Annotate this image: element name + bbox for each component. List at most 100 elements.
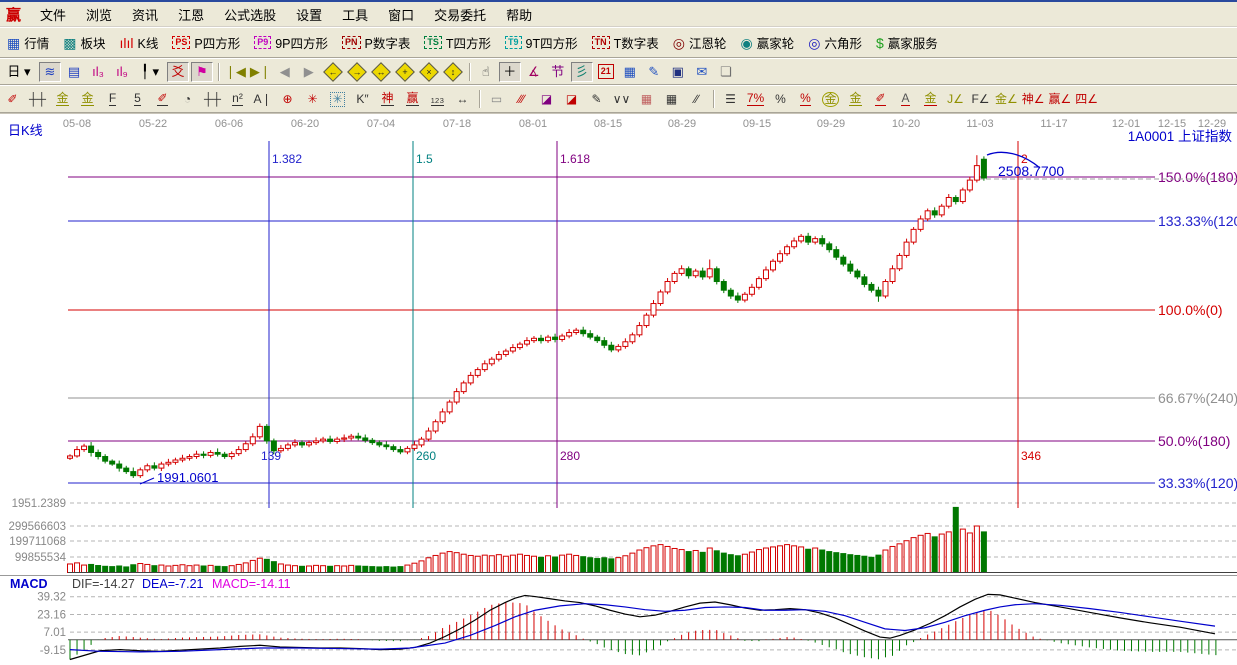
- draw-four-angle-tool-button[interactable]: 四∠: [1074, 89, 1099, 110]
- draw-shen-grid-tool-button[interactable]: 神: [376, 89, 399, 110]
- nav-expand-horizontal-button[interactable]: ↔: [370, 62, 392, 82]
- draw-n-square-tool-button[interactable]: n²: [226, 89, 249, 110]
- toolbar-item-t-table[interactable]: TNT数字表: [592, 33, 659, 52]
- menu-item-窗口[interactable]: 窗口: [378, 3, 424, 26]
- draw-a-vertical-tool-button[interactable]: A❘: [251, 89, 274, 110]
- nav-save-button[interactable]: ▣: [667, 62, 689, 82]
- draw-gold-line-tool-2-button[interactable]: 金: [76, 89, 99, 110]
- draw-ruler-123-tool-button[interactable]: ₁₂₃: [426, 89, 449, 110]
- menu-item-设置[interactable]: 设置: [286, 3, 332, 26]
- draw-shen-angle-tool-button[interactable]: 神∠: [1021, 89, 1046, 110]
- toolbar-item-9p-square[interactable]: P99P四方形: [254, 33, 328, 52]
- draw-width-measure-tool-button[interactable]: ↔: [451, 89, 474, 110]
- hexagon-icon: ◎: [808, 36, 820, 50]
- menu-item-江恩[interactable]: 江恩: [168, 3, 214, 26]
- toolbar-item-kline[interactable]: ılılK线: [120, 33, 159, 52]
- draw-pencil-fan-tool-button[interactable]: ✎: [585, 89, 608, 110]
- draw-percent-seven-tool-button[interactable]: 7%: [744, 89, 767, 110]
- toolbar-item-p-square[interactable]: PSP四方形: [172, 33, 240, 52]
- draw-gann-web-tool-button[interactable]: ✳: [301, 89, 324, 110]
- toolbar-item-p-table[interactable]: PNP数字表: [342, 33, 410, 52]
- nav-period-day-dropdown-button[interactable]: 日 ▾: [1, 62, 37, 82]
- draw-ying-grid-tool-button[interactable]: 赢: [401, 89, 424, 110]
- nav-volume-flag-button[interactable]: ⚑: [191, 62, 213, 82]
- draw-flag-brush-tool-button[interactable]: ✐: [869, 89, 892, 110]
- draw-fan-box-tool-1-button[interactable]: ◪: [535, 89, 558, 110]
- nav-nav-last-button[interactable]: ▶❘: [249, 62, 272, 82]
- draw-box-select-tool-button[interactable]: ▭: [485, 89, 508, 110]
- draw-gold-circle-tool-button[interactable]: 金: [819, 89, 842, 110]
- draw-zigzag-v-tool-button[interactable]: ∨∨: [610, 89, 633, 110]
- percent-line-tool-icon: %: [800, 92, 811, 106]
- draw-wave-a-tool-button[interactable]: A: [894, 89, 917, 110]
- toolbar-item-sectors[interactable]: ▩板块: [63, 33, 105, 52]
- draw-percent-tool-button[interactable]: %: [769, 89, 792, 110]
- draw-grid-pencil-tool-button[interactable]: ▦: [660, 89, 683, 110]
- menu-item-浏览[interactable]: 浏览: [76, 3, 122, 26]
- nav-gann-tag-button[interactable]: 节: [547, 62, 569, 82]
- draw-tick-grid-tool-button[interactable]: ┼┼: [201, 89, 224, 110]
- nav-chart-9-button[interactable]: ıl₉: [111, 62, 133, 82]
- menu-item-帮助[interactable]: 帮助: [496, 3, 542, 26]
- draw-percent-line-tool-button[interactable]: %: [794, 89, 817, 110]
- draw-gold-redline-tool-button[interactable]: 金: [919, 89, 942, 110]
- toolbar-item-winner-service[interactable]: $赢家服务: [876, 33, 938, 52]
- draw-price-scale-tool-button[interactable]: ☰: [719, 89, 742, 110]
- nav-candle-style-dropdown-button[interactable]: ╿ ▾: [135, 62, 165, 82]
- toolbar-item-winner-wheel[interactable]: ◉赢家轮: [741, 33, 795, 52]
- nav-nav-first-button[interactable]: ❘◀: [224, 62, 247, 82]
- nav-crosshair-tool-button[interactable]: ＋: [499, 62, 521, 82]
- toolbar-item-hexagon[interactable]: ◎六角形: [808, 33, 862, 52]
- nav-pan-left-button[interactable]: ←: [322, 62, 344, 82]
- nav-pattern-red-button[interactable]: 爻: [167, 62, 189, 82]
- draw-brush-tool-button[interactable]: ✐: [1, 89, 24, 110]
- four-angle-tool-icon: 四∠: [1075, 93, 1098, 106]
- draw-ying-angle-tool-button[interactable]: 赢∠: [1048, 89, 1073, 110]
- nav-pattern-teal-button[interactable]: 彡: [571, 62, 593, 82]
- draw-f-angle-tool-button[interactable]: F∠: [969, 89, 992, 110]
- parallel-channel-tool-icon: ∕∕: [694, 93, 698, 106]
- nav-compress-button[interactable]: ×: [418, 62, 440, 82]
- draw-gold-line-tool-1-button[interactable]: 金: [51, 89, 74, 110]
- nav-notes-button[interactable]: ✎: [643, 62, 665, 82]
- nav-calculator-button[interactable]: ▦: [619, 62, 641, 82]
- draw-j-angle-tool-button[interactable]: J∠: [944, 89, 967, 110]
- menu-item-公式选股[interactable]: 公式选股: [214, 3, 286, 26]
- draw-k-mark-tool-button[interactable]: K″: [351, 89, 374, 110]
- date-tick-label: 07-18: [443, 118, 471, 130]
- draw-gold-angle-tool-button[interactable]: 金∠: [994, 89, 1019, 110]
- menu-item-文件[interactable]: 文件: [30, 3, 76, 26]
- draw-gold-line-tool-3-button[interactable]: 金: [844, 89, 867, 110]
- menu-item-交易委托[interactable]: 交易委托: [424, 3, 496, 26]
- toolbar-item-gann-wheel[interactable]: ◎江恩轮: [673, 33, 727, 52]
- draw-fan-box-tool-2-button[interactable]: ◪: [560, 89, 583, 110]
- nav-chart-3-button[interactable]: ıl₃: [87, 62, 109, 82]
- nav-info-panel-button[interactable]: ▤: [63, 62, 85, 82]
- nav-nav-next-button[interactable]: ▶: [298, 62, 320, 82]
- draw-gann-circle-tool-button[interactable]: ⊕: [276, 89, 299, 110]
- toolbar-item-t-square[interactable]: TST四方形: [424, 33, 491, 52]
- nav-pan-right-button[interactable]: →: [346, 62, 368, 82]
- nav-calendar-button[interactable]: 21: [595, 62, 617, 82]
- draw-parallel-channel-tool-button[interactable]: ∕∕: [685, 89, 708, 110]
- draw-fibonacci-tool-button[interactable]: F: [101, 89, 124, 110]
- toolbar-item-9t-square[interactable]: T99T四方形: [505, 33, 578, 52]
- nav-zigzag-mode-button[interactable]: ≋: [39, 62, 61, 82]
- nav-angle-measure-button[interactable]: ∡: [523, 62, 545, 82]
- nav-expand-vertical-button[interactable]: ↕: [442, 62, 464, 82]
- draw-spiral-tool-button[interactable]: 5: [126, 89, 149, 110]
- draw-grid-box-tool-button[interactable]: ▦: [635, 89, 658, 110]
- nav-delivery-button[interactable]: ❏: [715, 62, 737, 82]
- draw-brush-grid-tool-button[interactable]: ✐: [151, 89, 174, 110]
- nav-hand-tool-button[interactable]: ☝: [475, 62, 497, 82]
- nav-nav-prev-button[interactable]: ◀: [274, 62, 296, 82]
- draw-fan-lines-tool-button[interactable]: ∕∕∕: [510, 89, 533, 110]
- draw-grid-lines-tool-button[interactable]: ┼┼: [26, 89, 49, 110]
- menu-item-资讯[interactable]: 资讯: [122, 3, 168, 26]
- draw-speed-clock-tool-button[interactable]: ◔: [176, 89, 199, 110]
- toolbar-item-quotes[interactable]: ▦行情: [7, 33, 49, 52]
- nav-expand-all-button[interactable]: +: [394, 62, 416, 82]
- menu-item-工具[interactable]: 工具: [332, 3, 378, 26]
- draw-boxed-web-tool-button[interactable]: ✳: [326, 89, 349, 110]
- nav-web-mail-button[interactable]: ✉: [691, 62, 713, 82]
